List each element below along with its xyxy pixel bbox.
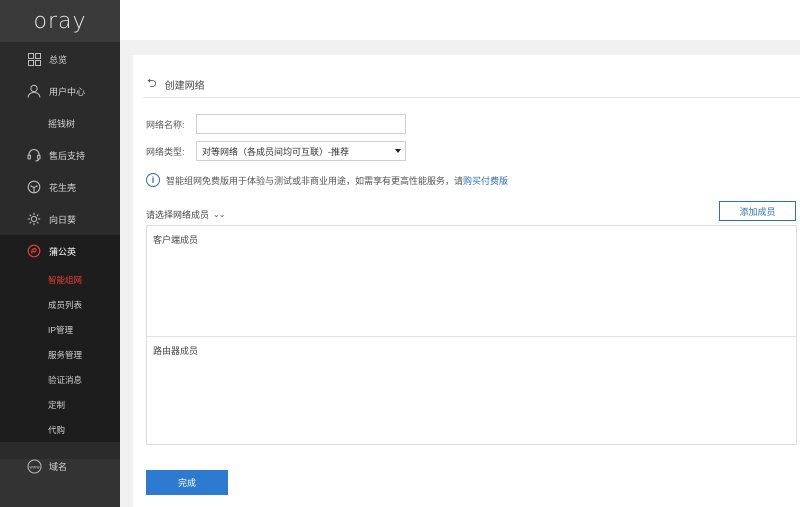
sidebar-subitem-member-list[interactable]: 成员列表 (0, 292, 120, 317)
sidebar-item-label: 总览 (49, 54, 68, 65)
sidebar-item-label: 域名 (49, 461, 68, 472)
sidebar-item-label: 摇钱树 (48, 118, 76, 129)
notice-text: 智能组网免费版用于体验与测试或非商业用途，如需享有更高性能服务，请 (166, 175, 464, 186)
sidebar-subitem-custom[interactable]: 定制 (0, 392, 120, 417)
sidebar-item-user-center[interactable]: 用户中心 (0, 75, 120, 107)
sidebar-item-domain[interactable]: www 域名 (0, 450, 120, 482)
chevron-down-icon (395, 149, 401, 153)
header-divider (143, 97, 800, 98)
collapse-eye-icon[interactable]: ⌄⌄ (213, 210, 225, 219)
sidebar-item-label: 向日葵 (49, 214, 77, 225)
sidebar-subitem-verification-messages[interactable]: 验证消息 (0, 367, 120, 392)
sunflower-icon (26, 211, 42, 227)
sidebar-item-dandelion[interactable]: 蒲公英 (0, 235, 120, 267)
sidebar-subitem-label: 成员列表 (48, 299, 83, 310)
sidebar-item-label: 花生壳 (49, 182, 77, 193)
sidebar-subitem-purchase-agent[interactable]: 代购 (0, 417, 120, 442)
members-title: 请选择网络成员 ⌄⌄ (146, 208, 225, 221)
sidebar-subitem-label: 智能组网 (48, 274, 83, 285)
sidebar-subitem-label: 定制 (48, 399, 66, 410)
network-name-input[interactable] (196, 114, 406, 134)
network-name-label: 网络名称: (146, 119, 185, 130)
sidebar-subitem-smart-network[interactable]: 智能组网 (0, 267, 120, 292)
sidebar-subitem-service-management[interactable]: 服务管理 (0, 342, 120, 367)
sidebar-subitem-label: 代购 (48, 424, 66, 435)
back-arrow-icon[interactable]: ⮌ (147, 74, 157, 95)
main-panel: ⮌ 创建网络 网络名称: 网络类型: 对等网络（各成员间均可互联）-推荐 i 智… (133, 55, 800, 507)
client-members-label: 客户端成员 (153, 235, 199, 245)
logo-text: oray (33, 8, 87, 34)
sidebar-subitem-label: 服务管理 (48, 349, 83, 360)
sidebar-item-label: 蒲公英 (49, 246, 77, 257)
router-members-label: 路由器成员 (153, 346, 199, 356)
sidebar-item-sunflower[interactable]: 向日葵 (0, 203, 120, 235)
breadcrumb: ⮌ 创建网络 (147, 74, 205, 95)
network-name-row: 网络名称: (146, 114, 406, 134)
network-type-label: 网络类型: (146, 146, 185, 157)
sidebar-subitem-label: 验证消息 (48, 374, 83, 385)
dandelion-icon (26, 243, 42, 259)
www-icon: www (26, 458, 42, 474)
sidebar-item-overview[interactable]: 总览 (0, 43, 120, 75)
free-version-notice: i 智能组网免费版用于体验与测试或非商业用途，如需享有更高性能服务，请 购买付费版 (146, 173, 508, 187)
sidebar-subitem-ip-management[interactable]: IP管理 (0, 317, 120, 342)
add-member-button[interactable]: 添加成员 (719, 201, 796, 221)
page-title: 创建网络 (164, 81, 205, 92)
info-icon: i (146, 173, 160, 187)
section-divider (147, 336, 796, 337)
headset-icon (26, 147, 42, 163)
sidebar-item-money-tree[interactable]: 摇钱树 (0, 107, 120, 139)
logo[interactable]: oray (0, 0, 120, 42)
sidebar-item-peanut-shell[interactable]: 花生壳 (0, 171, 120, 203)
peanut-shell-icon (26, 179, 42, 195)
network-type-row: 网络类型: 对等网络（各成员间均可互联）-推荐 (146, 141, 406, 161)
buy-paid-version-link[interactable]: 购买付费版 (463, 174, 508, 187)
user-icon (26, 83, 42, 99)
svg-text:www: www (29, 464, 40, 469)
members-box: 客户端成员 路由器成员 (146, 225, 797, 445)
sidebar-item-label: 售后支持 (49, 150, 86, 161)
members-title-text: 请选择网络成员 (146, 210, 210, 220)
sidebar-item-support[interactable]: 售后支持 (0, 139, 120, 171)
sidebar-subitem-label: IP管理 (48, 324, 74, 335)
sidebar-item-label: 用户中心 (49, 86, 86, 97)
network-type-select[interactable]: 对等网络（各成员间均可互联）-推荐 (196, 141, 406, 161)
grid-icon (26, 51, 42, 67)
network-type-value: 对等网络（各成员间均可互联）-推荐 (202, 146, 349, 157)
done-button[interactable]: 完成 (146, 470, 228, 495)
top-bar (120, 0, 800, 40)
sidebar: oray 总览 用户中心 摇钱树 售后支持 花生壳 向日葵 蒲公英 智能组网 成… (0, 0, 120, 507)
